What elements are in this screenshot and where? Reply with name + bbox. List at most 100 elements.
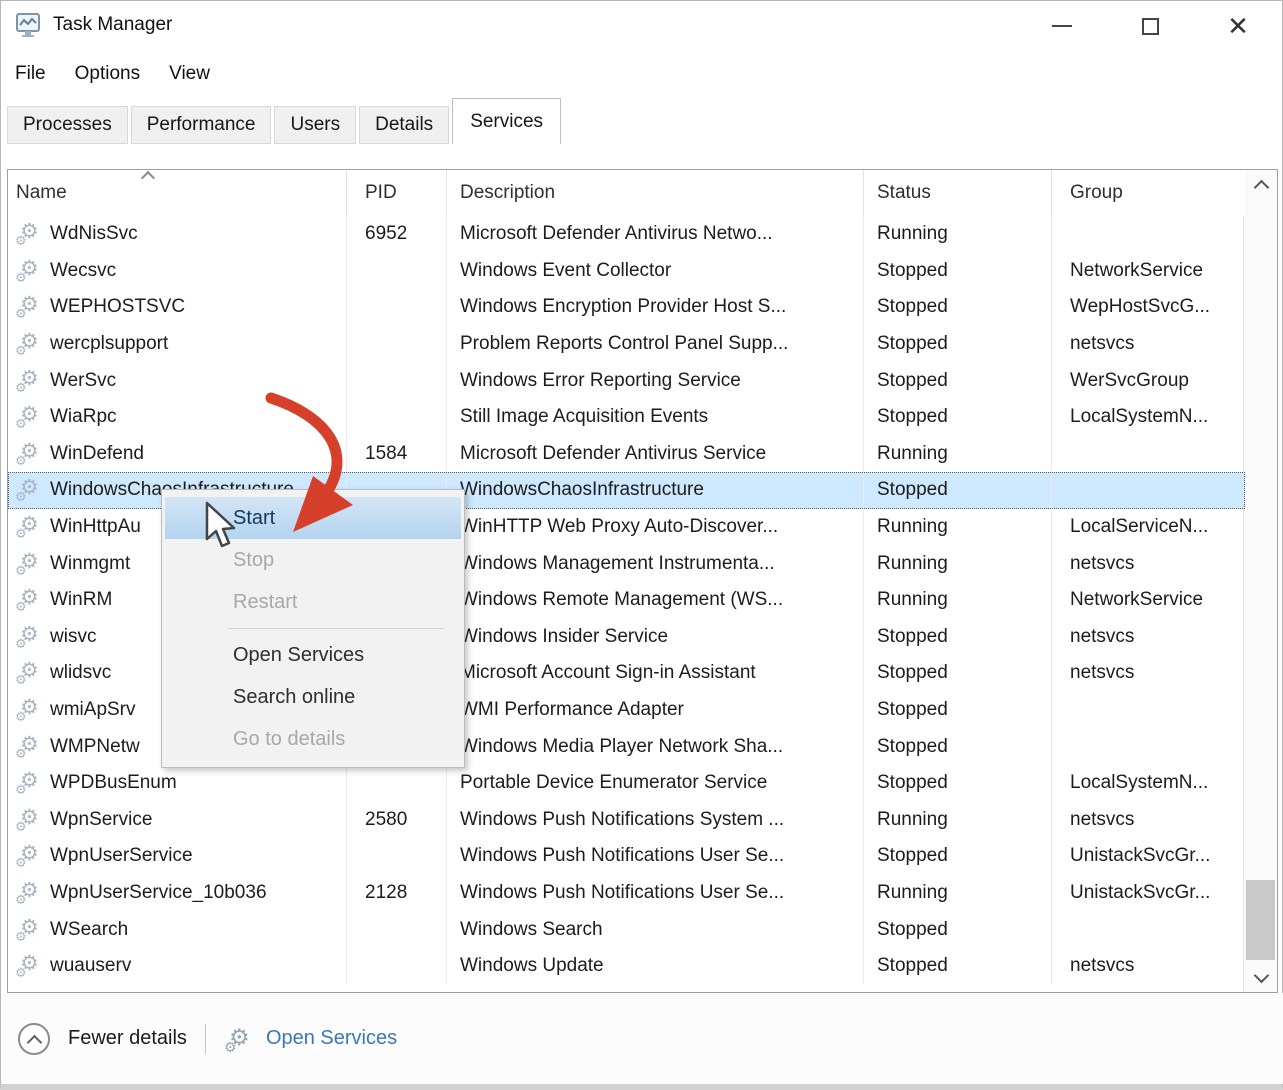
gear-icon: ⚙⚙ [16, 331, 46, 357]
service-name: WinRM [50, 589, 112, 611]
context-menu-item-open-services[interactable]: Open Services [165, 634, 461, 676]
service-description: Portable Device Enumerator Service [447, 765, 864, 802]
menu-view[interactable]: View [169, 59, 225, 89]
service-name: WerSvc [50, 370, 116, 392]
vertical-scrollbar[interactable] [1243, 170, 1277, 992]
service-group: LocalServiceN... [1052, 509, 1245, 546]
gear-icon: ⚙⚙ [16, 221, 46, 247]
menu-options[interactable]: Options [75, 59, 155, 89]
service-group: UnistackSvcGr... [1052, 838, 1245, 875]
service-group: netsvcs [1052, 655, 1245, 692]
service-group [1052, 692, 1245, 729]
table-row[interactable]: ⚙⚙ WEPHOSTSVC Windows Encryption Provide… [8, 289, 1245, 326]
gear-icon: ⚙⚙ [16, 770, 46, 796]
gear-icon: ⚙⚙ [16, 441, 46, 467]
maximize-button[interactable] [1106, 1, 1194, 51]
table-row[interactable]: ⚙⚙ WpnUserService_10b036 2128 Windows Pu… [8, 875, 1245, 912]
service-description: WindowsChaosInfrastructure [447, 472, 864, 509]
tab-users[interactable]: Users [274, 106, 356, 144]
gear-icon: ⚙⚙ [16, 953, 46, 979]
service-pid: 6952 [347, 216, 447, 253]
gear-icon: ⚙⚙ [16, 807, 46, 833]
fewer-details-button[interactable]: Fewer details [18, 1023, 187, 1055]
column-header-description[interactable]: Description [447, 170, 864, 216]
service-pid [347, 326, 447, 363]
table-row[interactable]: ⚙⚙ WiaRpc Still Image Acquisition Events… [8, 399, 1245, 436]
service-name: WpnUserService_10b036 [50, 882, 267, 904]
menu-file[interactable]: File [15, 59, 61, 89]
column-header-pid[interactable]: PID [347, 170, 447, 216]
service-status: Stopped [864, 838, 1052, 875]
service-description: WMI Performance Adapter [447, 692, 864, 729]
gear-icon: ⚙⚙ [224, 1025, 256, 1053]
service-status: Stopped [864, 948, 1052, 985]
table-row[interactable]: ⚙⚙ WinDefend 1584 Microsoft Defender Ant… [8, 436, 1245, 473]
table-header: Name PID Description Status Group [8, 170, 1245, 216]
service-description: Microsoft Defender Antivirus Netwo... [447, 216, 864, 253]
service-group: NetworkService [1052, 253, 1245, 290]
service-name: WpnUserService [50, 845, 193, 867]
column-header-name[interactable]: Name [8, 170, 347, 216]
tab-details[interactable]: Details [359, 106, 449, 144]
service-description: Windows Push Notifications User Se... [447, 875, 864, 912]
service-status: Running [864, 582, 1052, 619]
menu-bar: File Options View [1, 53, 1282, 95]
gear-icon: ⚙⚙ [16, 880, 46, 906]
open-services-label: Open Services [266, 1027, 397, 1050]
service-description: WinHTTP Web Proxy Auto-Discover... [447, 509, 864, 546]
table-row[interactable]: ⚙⚙ WPDBusEnum Portable Device Enumerator… [8, 765, 1245, 802]
context-menu-item-search-online[interactable]: Search online [165, 676, 461, 718]
chevron-down-icon [1255, 971, 1267, 983]
service-name: WiaRpc [50, 406, 117, 428]
column-header-status[interactable]: Status [864, 170, 1052, 216]
gear-icon: ⚙⚙ [16, 624, 46, 650]
table-row[interactable]: ⚙⚙ WSearch Windows Search Stopped [8, 911, 1245, 948]
sort-ascending-icon [141, 171, 155, 180]
tab-services[interactable]: Services [452, 98, 561, 144]
service-description: Windows Search [447, 911, 864, 948]
open-services-link[interactable]: ⚙⚙ Open Services [224, 1025, 397, 1053]
title-bar: Task Manager ✕ [1, 1, 1282, 51]
context-menu: StartStopRestart Open ServicesSearch onli… [161, 489, 465, 768]
service-group: netsvcs [1052, 545, 1245, 582]
column-header-group[interactable]: Group [1052, 170, 1245, 216]
context-menu-item-stop: Stop [165, 539, 461, 581]
scroll-down-button[interactable] [1244, 962, 1277, 992]
close-button[interactable]: ✕ [1194, 1, 1282, 51]
minimize-button[interactable] [1018, 1, 1106, 51]
service-group [1052, 911, 1245, 948]
service-pid [347, 838, 447, 875]
service-name: wuauserv [50, 955, 131, 977]
table-row[interactable]: ⚙⚙ WpnService 2580 Windows Push Notifica… [8, 802, 1245, 839]
table-row[interactable]: ⚙⚙ Wecsvc Windows Event Collector Stoppe… [8, 253, 1245, 290]
table-row[interactable]: ⚙⚙ wuauserv Windows Update Stopped netsv… [8, 948, 1245, 985]
table-row[interactable]: ⚙⚙ WerSvc Windows Error Reporting Servic… [8, 362, 1245, 399]
gear-icon: ⚙⚙ [16, 404, 46, 430]
service-name: WpnService [50, 809, 152, 831]
service-pid [347, 399, 447, 436]
service-group: netsvcs [1052, 948, 1245, 985]
service-name: wercplsupport [50, 333, 168, 355]
table-row[interactable]: ⚙⚙ WdNisSvc 6952 Microsoft Defender Anti… [8, 216, 1245, 253]
tab-processes[interactable]: Processes [7, 106, 128, 144]
service-group: LocalSystemN... [1052, 765, 1245, 802]
service-name: WMPNetw [50, 736, 140, 758]
service-group [1052, 216, 1245, 253]
table-row[interactable]: ⚙⚙ WpnUserService Windows Push Notificat… [8, 838, 1245, 875]
scroll-up-button[interactable] [1244, 170, 1277, 200]
service-status: Stopped [864, 362, 1052, 399]
service-description: Microsoft Account Sign-in Assistant [447, 655, 864, 692]
context-menu-item-restart: Restart [165, 581, 461, 623]
service-pid [347, 253, 447, 290]
table-row[interactable]: ⚙⚙ wercplsupport Problem Reports Control… [8, 326, 1245, 363]
tab-performance[interactable]: Performance [131, 106, 272, 144]
service-group: LocalSystemN... [1052, 399, 1245, 436]
service-status: Stopped [864, 253, 1052, 290]
window-title: Task Manager [53, 14, 172, 36]
service-group [1052, 728, 1245, 765]
service-description: Windows Encryption Provider Host S... [447, 289, 864, 326]
context-menu-item-start[interactable]: Start [165, 497, 461, 539]
service-status: Stopped [864, 911, 1052, 948]
scrollbar-thumb[interactable] [1246, 880, 1275, 960]
service-status: Running [864, 509, 1052, 546]
